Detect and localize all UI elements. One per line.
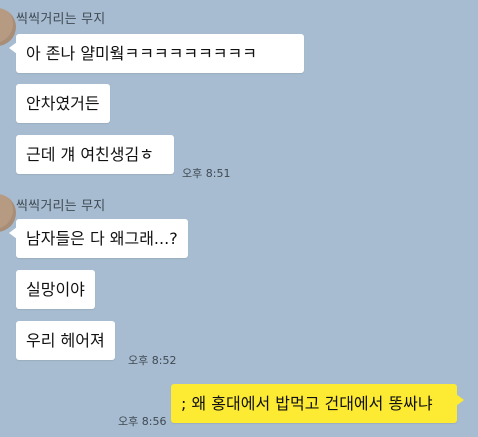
message-bubble[interactable]: 아 존나 얄미웤ㅋㅋㅋㅋㅋㅋㅋㅋㅋ bbox=[9, 34, 304, 73]
message-timestamp: 오후 8:52 bbox=[128, 354, 177, 367]
chat-room: 씩씩거리는 무지 아 존나 얄미웤ㅋㅋㅋㅋㅋㅋㅋㅋㅋ 안차였거든 근데 걔 여친… bbox=[0, 0, 478, 437]
sender-name: 씩씩거리는 무지 bbox=[16, 199, 106, 214]
message-bubble[interactable]: 근데 걔 여친생김ㅎ bbox=[16, 135, 174, 174]
message-bubble[interactable]: 우리 헤어져 bbox=[16, 321, 115, 360]
message-bubble[interactable]: 남자들은 다 왜그래...? bbox=[9, 219, 188, 258]
profile-avatar[interactable] bbox=[0, 8, 16, 46]
sender-name: 씩씩거리는 무지 bbox=[16, 12, 106, 27]
my-message-bubble[interactable]: ; 왜 홍대에서 밥먹고 건대에서 똥싸냐 bbox=[171, 384, 464, 423]
message-timestamp: 오후 8:56 bbox=[118, 415, 167, 428]
message-bubble[interactable]: 실망이야 bbox=[16, 270, 95, 309]
message-bubble[interactable]: 안차였거든 bbox=[16, 84, 110, 123]
message-timestamp: 오후 8:51 bbox=[182, 167, 231, 180]
